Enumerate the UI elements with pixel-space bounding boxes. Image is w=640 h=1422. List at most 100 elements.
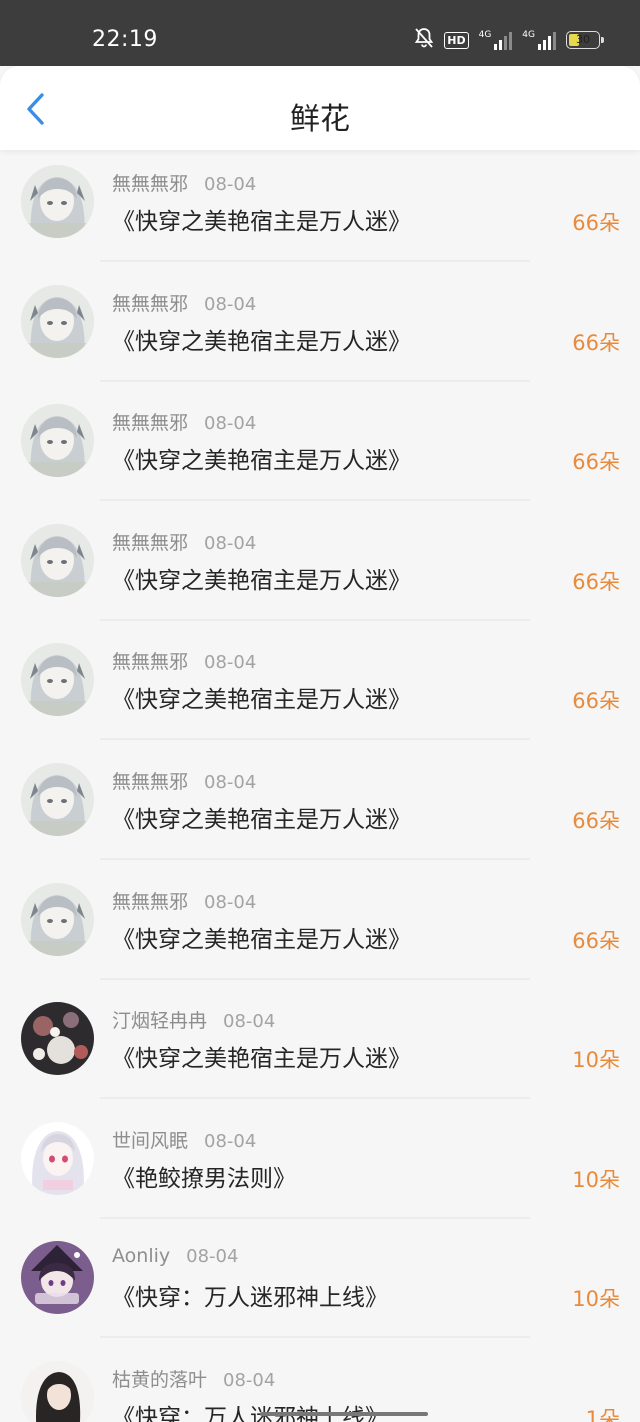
- record-meta: 無無無邪 08-04: [112, 887, 256, 914]
- divider: [100, 738, 530, 741]
- list-item[interactable]: 無無無邪 08-04 《快穿之美艳宿主是万人迷》 66朵: [0, 629, 640, 749]
- flower-record-list: 無無無邪 08-04 《快穿之美艳宿主是万人迷》 66朵 無無無邪 08-04 《快…: [0, 151, 640, 1422]
- flower-count: 10朵: [572, 1167, 620, 1192]
- status-bar: 22:19 HD 4G 4G 30: [0, 0, 640, 66]
- bell-off-icon: [414, 27, 434, 53]
- divider: [100, 260, 530, 262]
- flower-count: 1朵: [585, 1406, 620, 1422]
- book-title: 《快穿之美艳宿主是万人迷》: [112, 567, 411, 594]
- record-date: 08-04: [223, 1011, 276, 1033]
- flower-count: 66朵: [572, 928, 620, 953]
- flower-count: 10朵: [572, 1048, 620, 1073]
- flower-count: 66朵: [572, 808, 620, 833]
- avatar[interactable]: [21, 523, 94, 597]
- avatar[interactable]: [21, 404, 94, 478]
- book-title: 《快穿：万人迷邪神上线》: [112, 1404, 388, 1422]
- battery-icon: 30: [566, 31, 604, 49]
- flower-count: 66朵: [572, 450, 620, 475]
- list-item[interactable]: 無無無邪 08-04 《快穿之美艳宿主是万人迷》 66朵: [0, 271, 640, 391]
- network-label: 4G: [522, 30, 535, 40]
- book-title: 《快穿：万人迷邪神上线》: [112, 1285, 388, 1312]
- record-meta: 無無無邪 08-04: [112, 767, 256, 794]
- page-title: 鲜花: [290, 102, 350, 137]
- list-item[interactable]: 世间风眠 08-04 《艳鲛撩男法则》 10朵: [0, 1108, 640, 1228]
- record-meta: 汀烟轻冉冉 08-04: [112, 1006, 275, 1033]
- list-item[interactable]: 枯黄的落叶 08-04 《快穿：万人迷邪神上线》 1朵: [0, 1347, 640, 1422]
- flower-count: 10朵: [572, 1287, 620, 1312]
- book-title: 《快穿之美艳宿主是万人迷》: [112, 926, 411, 953]
- record-meta: 無無無邪 08-04: [112, 528, 256, 555]
- record-date: 08-04: [204, 532, 257, 554]
- record-date: 08-04: [204, 891, 257, 913]
- book-title: 《快穿之美艳宿主是万人迷》: [112, 209, 411, 235]
- hd-voice-icon: HD: [444, 31, 469, 49]
- list-item[interactable]: 無無無邪 08-04 《快穿之美艳宿主是万人迷》 66朵: [0, 749, 640, 869]
- flower-count: 66朵: [572, 569, 620, 594]
- avatar[interactable]: [21, 643, 94, 717]
- record-meta: 無無無邪 08-04: [112, 408, 256, 435]
- record-date: 08-04: [186, 1246, 239, 1268]
- record-meta: 無無無邪 08-04: [112, 169, 256, 196]
- divider: [100, 499, 530, 502]
- signal-4g-icon: 4G: [479, 30, 513, 50]
- page-header: 鲜花: [0, 66, 640, 150]
- signal-4g-icon: 4G: [522, 30, 556, 50]
- record-date: 08-04: [204, 1130, 257, 1152]
- avatar[interactable]: [21, 1121, 94, 1195]
- record-date: 08-04: [204, 293, 257, 315]
- record-meta: 無無無邪 08-04: [112, 647, 256, 674]
- divider: [100, 1216, 530, 1219]
- divider: [100, 1097, 530, 1100]
- record-meta: 枯黄的落叶 08-04: [112, 1365, 275, 1392]
- record-meta: 世间风眠 08-04: [112, 1126, 256, 1153]
- list-item[interactable]: 無無無邪 08-04 《快穿之美艳宿主是万人迷》 66朵: [0, 390, 640, 510]
- record-date: 08-04: [204, 771, 257, 793]
- record-date: 08-04: [204, 652, 257, 674]
- home-indicator[interactable]: [260, 1412, 428, 1416]
- record-date: 08-04: [204, 174, 257, 195]
- avatar[interactable]: [21, 1241, 94, 1315]
- flower-count: 66朵: [572, 689, 620, 714]
- username: Aonliy: [112, 1245, 171, 1268]
- record-meta: 無無無邪 08-04: [112, 289, 256, 316]
- avatar[interactable]: [21, 1360, 94, 1422]
- list-item[interactable]: 無無無邪 08-04 《快穿之美艳宿主是万人迷》 66朵: [0, 510, 640, 630]
- divider: [100, 857, 530, 860]
- book-title: 《艳鲛撩男法则》: [112, 1165, 296, 1192]
- avatar[interactable]: [21, 1002, 94, 1076]
- list-item[interactable]: 汀烟轻冉冉 08-04 《快穿之美艳宿主是万人迷》 10朵: [0, 988, 640, 1108]
- divider: [100, 1336, 530, 1339]
- username: 無無無邪: [112, 173, 189, 195]
- username: 汀烟轻冉冉: [112, 1010, 208, 1033]
- flower-count: 66朵: [572, 211, 620, 235]
- book-title: 《快穿之美艳宿主是万人迷》: [112, 1046, 411, 1073]
- flower-count: 66朵: [572, 330, 620, 355]
- avatar[interactable]: [21, 165, 94, 238]
- divider: [100, 618, 530, 621]
- record-date: 08-04: [223, 1369, 276, 1391]
- divider: [100, 977, 530, 980]
- username: 無無無邪: [112, 770, 189, 793]
- avatar[interactable]: [21, 882, 94, 956]
- book-title: 《快穿之美艳宿主是万人迷》: [112, 328, 411, 355]
- record-meta: Aonliy 08-04: [112, 1245, 238, 1267]
- list-item[interactable]: Aonliy 08-04 《快穿：万人迷邪神上线》 10朵: [0, 1227, 640, 1347]
- username: 無無無邪: [112, 412, 189, 435]
- avatar[interactable]: [21, 284, 94, 358]
- avatar[interactable]: [21, 762, 94, 836]
- username: 無無無邪: [112, 531, 189, 554]
- divider: [100, 379, 530, 382]
- list-item[interactable]: 無無無邪 08-04 《快穿之美艳宿主是万人迷》 66朵: [0, 151, 640, 271]
- network-label: 4G: [478, 30, 492, 40]
- book-title: 《快穿之美艳宿主是万人迷》: [112, 806, 411, 833]
- username: 無無無邪: [112, 890, 189, 913]
- book-title: 《快穿之美艳宿主是万人迷》: [112, 687, 411, 714]
- book-title: 《快穿之美艳宿主是万人迷》: [112, 448, 411, 475]
- battery-level: 30: [576, 33, 590, 46]
- record-date: 08-04: [204, 413, 257, 435]
- username: 世间风眠: [112, 1129, 189, 1152]
- status-time: 22:19: [92, 27, 158, 52]
- status-icons: HD 4G 4G 30: [414, 27, 604, 53]
- list-item[interactable]: 無無無邪 08-04 《快穿之美艳宿主是万人迷》 66朵: [0, 869, 640, 989]
- username: 枯黄的落叶: [112, 1368, 208, 1391]
